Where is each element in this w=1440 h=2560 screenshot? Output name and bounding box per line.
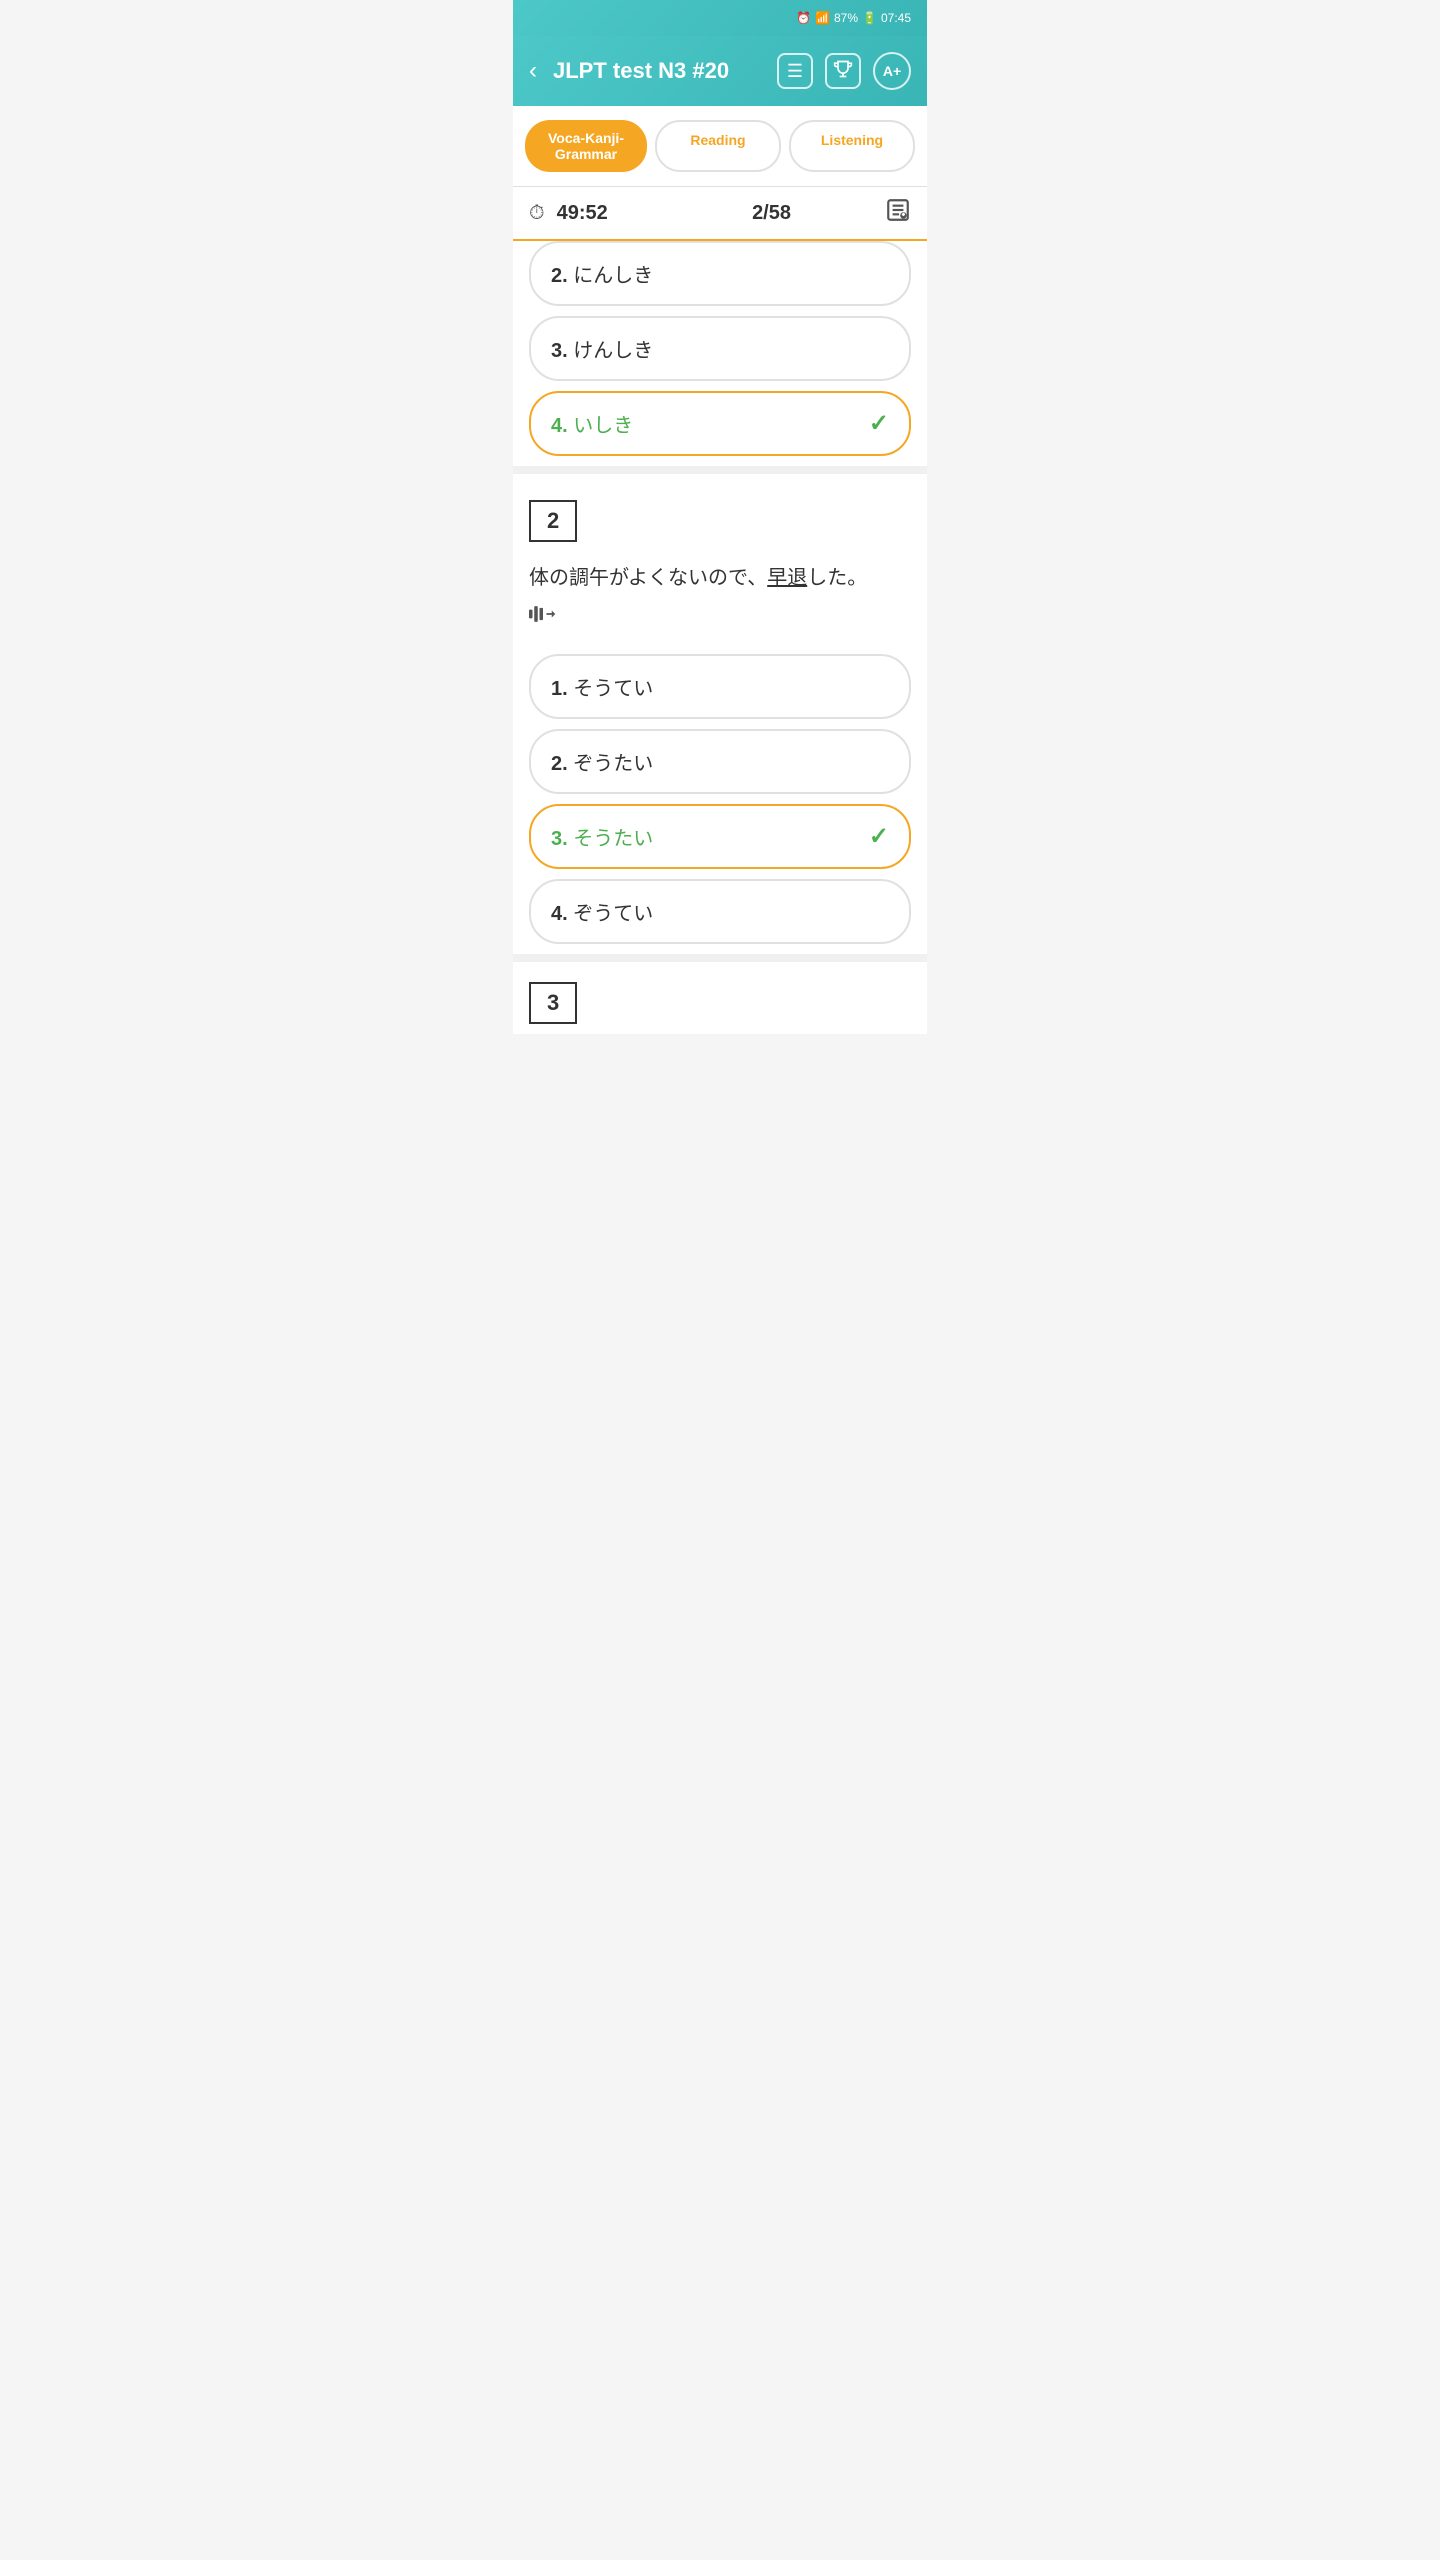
trophy-button[interactable]	[825, 53, 861, 89]
main-content: 2. にんしき 3. けんしき 4. いしき ✓ 2 体の調午がよくないので、早…	[513, 241, 927, 1034]
question-number-box: 2	[529, 500, 577, 542]
font-size-button[interactable]: A+	[873, 52, 911, 90]
tab-reading[interactable]: Reading	[655, 120, 781, 172]
question-2-block: 2 体の調午がよくないので、早退した。 1. そうてい 2. ぞうたい	[513, 484, 927, 944]
time-label: 07:45	[881, 11, 911, 25]
status-bar: ⏰ 📶 87% 🔋 07:45	[513, 0, 927, 36]
status-icons: ⏰ 📶 87% 🔋 07:45	[796, 11, 911, 25]
option-label: 4. ぞうてい	[551, 897, 653, 926]
tabs-container: Voca-Kanji-Grammar Reading Listening	[513, 106, 927, 187]
checkmark-icon: ✓	[869, 822, 889, 851]
checkmark-icon: ✓	[869, 409, 889, 438]
battery-icon: 🔋	[862, 11, 877, 25]
tab-listening[interactable]: Listening	[789, 120, 915, 172]
timer-display: 49:52	[557, 202, 658, 225]
review-button[interactable]	[885, 197, 911, 229]
option-label: 2. ぞうたい	[551, 747, 653, 776]
back-button[interactable]: ‹	[529, 57, 537, 85]
question-number-container: 2	[513, 484, 927, 554]
option-q2-1[interactable]: 1. そうてい	[529, 654, 911, 719]
battery-label: 87%	[834, 11, 858, 25]
option-q2-4[interactable]: 4. ぞうてい	[529, 879, 911, 944]
audio-row[interactable]	[513, 598, 927, 644]
option-label: 2. にんしき	[551, 265, 653, 287]
timer-icon: ⏱	[529, 202, 545, 225]
header-title: JLPT test N3 #20	[553, 58, 761, 84]
audio-icon[interactable]	[529, 602, 557, 632]
question-text: 体の調午がよくないので、早退した。	[513, 554, 927, 598]
question-3-number-box: 3	[529, 982, 577, 1024]
option-q2-3[interactable]: 3. そうたい ✓	[529, 804, 911, 869]
option-q1-3[interactable]: 3. けんしき	[529, 316, 911, 381]
signal-icon: 📶	[815, 11, 830, 25]
trophy-icon	[833, 59, 853, 84]
option-label: 3. そうたい	[551, 822, 653, 851]
section-separator-2	[513, 954, 927, 962]
option-q1-2[interactable]: 2. にんしき	[529, 241, 911, 306]
notes-icon: ☰	[787, 61, 803, 82]
underlined-word: 早退	[767, 567, 807, 589]
alarm-icon: ⏰	[796, 11, 811, 25]
timer-row: ⏱ 49:52 2/58	[513, 187, 927, 241]
option-label: 1. そうてい	[551, 672, 653, 701]
option-q1-4[interactable]: 4. いしき ✓	[529, 391, 911, 456]
option-label: 3. けんしき	[551, 334, 653, 363]
font-size-icon: A+	[883, 63, 901, 79]
header-icons: ☰ A+	[777, 52, 911, 90]
question-3-partial: 3	[513, 972, 927, 1034]
notes-button[interactable]: ☰	[777, 53, 813, 89]
question-count: 2/58	[670, 202, 873, 225]
section-separator	[513, 466, 927, 474]
option-q2-2[interactable]: 2. ぞうたい	[529, 729, 911, 794]
header: ‹ JLPT test N3 #20 ☰ A+	[513, 36, 927, 106]
tab-voca-kanji-grammar[interactable]: Voca-Kanji-Grammar	[525, 120, 647, 172]
option-label: 4. いしき	[551, 409, 633, 438]
